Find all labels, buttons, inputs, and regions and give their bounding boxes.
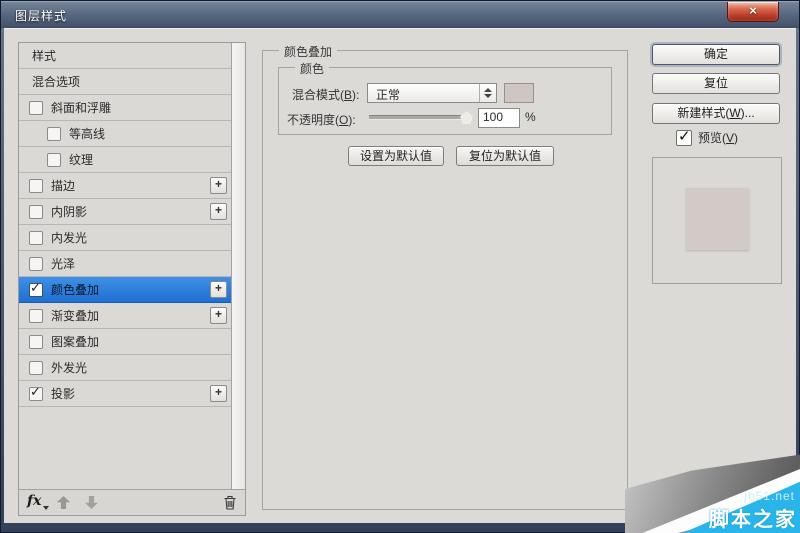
effects-panel: 样式 混合选项 斜面和浮雕 等高线 纹理 描边 + 内阴影 + 内发光 光泽 ✓… <box>18 42 246 516</box>
watermark-site-text: jb51.net <box>744 489 795 503</box>
effect-checkbox[interactable] <box>29 257 43 271</box>
opacity-label: 不透明度(O): <box>287 111 356 128</box>
effect-checkbox[interactable] <box>47 127 61 141</box>
opacity-unit: % <box>525 110 536 124</box>
ok-button[interactable]: 确定 <box>652 44 780 65</box>
blend-mode-value: 正常 <box>376 86 400 103</box>
new-style-button[interactable]: 新建样式(W)... <box>652 103 780 124</box>
list-item-label: 等高线 <box>69 125 105 142</box>
effect-checkbox[interactable]: ✓ <box>29 283 43 297</box>
list-item[interactable]: 渐变叠加 + <box>19 303 231 329</box>
list-scrollbar[interactable] <box>231 43 245 490</box>
list-item[interactable]: 光泽 <box>19 251 231 277</box>
effect-checkbox[interactable] <box>29 335 43 349</box>
effect-preview-swatch <box>686 188 749 250</box>
move-effect-down-icon[interactable] <box>85 496 98 509</box>
list-item-label: 内阴影 <box>51 203 87 220</box>
effect-checkbox[interactable] <box>29 309 43 323</box>
overlay-color-swatch[interactable] <box>504 83 534 103</box>
watermark: jb51.net 脚本之家 <box>625 453 800 533</box>
blend-mode-label: 混合模式(B): <box>292 86 359 103</box>
list-item[interactable]: 内发光 <box>19 225 231 251</box>
opacity-slider[interactable] <box>369 109 471 125</box>
list-item[interactable]: ✓ 颜色叠加 + <box>19 277 231 303</box>
list-item-label: 纹理 <box>69 151 93 168</box>
effect-checkbox[interactable] <box>29 101 43 115</box>
effect-checkbox[interactable] <box>47 153 61 167</box>
watermark-name-text: 脚本之家 <box>709 503 797 532</box>
slider-thumb[interactable] <box>460 111 473 124</box>
list-item-label: 投影 <box>51 385 75 402</box>
effect-checkbox[interactable] <box>29 205 43 219</box>
effect-checkbox[interactable] <box>29 231 43 245</box>
list-item[interactable]: 图案叠加 <box>19 329 231 355</box>
list-item[interactable]: 混合选项 <box>19 69 231 95</box>
list-item[interactable]: 纹理 <box>19 147 231 173</box>
reset-button[interactable]: 复位 <box>652 73 780 94</box>
delete-effect-icon[interactable] <box>223 495 237 513</box>
make-default-button[interactable]: 设置为默认值 <box>348 146 444 166</box>
slider-track <box>369 115 471 120</box>
opacity-input[interactable]: 100 <box>478 108 520 128</box>
preview-checkbox[interactable]: ✓ 预览(V) <box>676 129 738 146</box>
list-item-label: 斜面和浮雕 <box>51 99 111 116</box>
reset-to-default-button[interactable]: 复位为默认值 <box>456 146 554 166</box>
color-overlay-group: 颜色叠加 颜色 混合模式(B): 正常 不透明度(O): 100 <box>262 50 628 510</box>
list-item[interactable]: ✓ 投影 + <box>19 381 231 407</box>
color-subgroup: 颜色 混合模式(B): 正常 不透明度(O): 100 % <box>278 67 612 135</box>
list-item[interactable]: 描边 + <box>19 173 231 199</box>
list-item-label: 混合选项 <box>32 73 80 90</box>
plus-button[interactable]: + <box>210 307 227 324</box>
effect-checkbox[interactable]: ✓ <box>29 387 43 401</box>
list-item-label: 光泽 <box>51 255 75 272</box>
chevron-down-icon <box>484 94 492 98</box>
plus-button[interactable]: + <box>210 203 227 220</box>
chevron-up-icon <box>484 88 492 92</box>
plus-button[interactable]: + <box>210 385 227 402</box>
plus-button[interactable]: + <box>210 177 227 194</box>
move-effect-up-icon[interactable] <box>57 496 70 509</box>
preview-label: 预览(V) <box>698 129 738 146</box>
stepper-icon <box>479 84 496 102</box>
list-item-label: 样式 <box>32 47 56 64</box>
style-list: 样式 混合选项 斜面和浮雕 等高线 纹理 描边 + 内阴影 + 内发光 光泽 ✓… <box>19 43 231 490</box>
effect-preview-panel <box>652 157 782 284</box>
close-button[interactable]: × <box>727 2 779 22</box>
blend-mode-select[interactable]: 正常 <box>367 83 497 103</box>
list-item-label: 内发光 <box>51 229 87 246</box>
list-item-label: 渐变叠加 <box>51 307 99 324</box>
list-item[interactable]: 样式 <box>19 43 231 69</box>
list-item[interactable]: 等高线 <box>19 121 231 147</box>
list-item-label: 描边 <box>51 177 75 194</box>
checkbox-checked-icon[interactable]: ✓ <box>676 130 692 146</box>
layer-style-dialog: 图层样式 × 样式 混合选项 斜面和浮雕 等高线 纹理 描边 + 内阴影 + <box>0 0 800 533</box>
group-title: 颜色叠加 <box>279 43 337 60</box>
titlebar[interactable]: 图层样式 × <box>1 1 799 28</box>
effect-checkbox[interactable] <box>29 179 43 193</box>
effect-checkbox[interactable] <box>29 361 43 375</box>
fx-menu-button[interactable]: fx <box>27 493 41 509</box>
list-item[interactable]: 外发光 <box>19 355 231 381</box>
subgroup-title: 颜色 <box>295 60 329 77</box>
effects-toolbar: fx <box>19 489 245 515</box>
list-item[interactable]: 内阴影 + <box>19 199 231 225</box>
list-item-label: 图案叠加 <box>51 333 99 350</box>
list-item-label: 颜色叠加 <box>51 281 99 298</box>
plus-button[interactable]: + <box>210 281 227 298</box>
list-item-label: 外发光 <box>51 359 87 376</box>
list-item[interactable]: 斜面和浮雕 <box>19 95 231 121</box>
fx-menu-caret-icon <box>43 506 49 510</box>
window-title: 图层样式 <box>15 7 67 24</box>
close-icon: × <box>749 3 757 18</box>
